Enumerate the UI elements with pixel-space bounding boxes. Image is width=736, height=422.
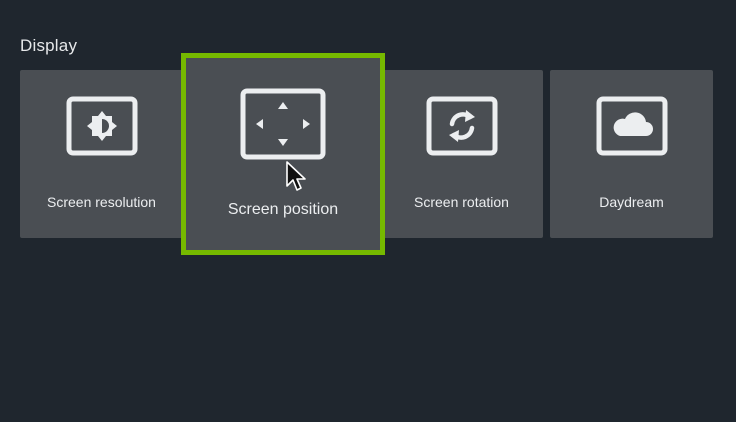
tile-screen-rotation[interactable]: Screen rotation [380, 70, 543, 238]
tile-label: Screen resolution [47, 194, 156, 210]
display-settings-screen: Display Screen resolution Screen rotatio… [0, 0, 736, 422]
section-title: Display [20, 36, 78, 55]
tile-daydream[interactable]: Daydream [550, 70, 713, 238]
brightness-icon [66, 96, 137, 156]
tile-screen-position[interactable]: Screen position [181, 53, 385, 255]
mouse-cursor-icon [286, 161, 306, 191]
tile-label: Screen rotation [414, 194, 509, 210]
screen-rotation-icon [426, 96, 497, 156]
cloud-screen-icon [596, 96, 667, 156]
tile-label: Screen position [227, 201, 339, 218]
screen-position-icon [240, 88, 326, 160]
tile-label: Daydream [599, 194, 664, 210]
tile-screen-resolution[interactable]: Screen resolution [20, 70, 183, 238]
